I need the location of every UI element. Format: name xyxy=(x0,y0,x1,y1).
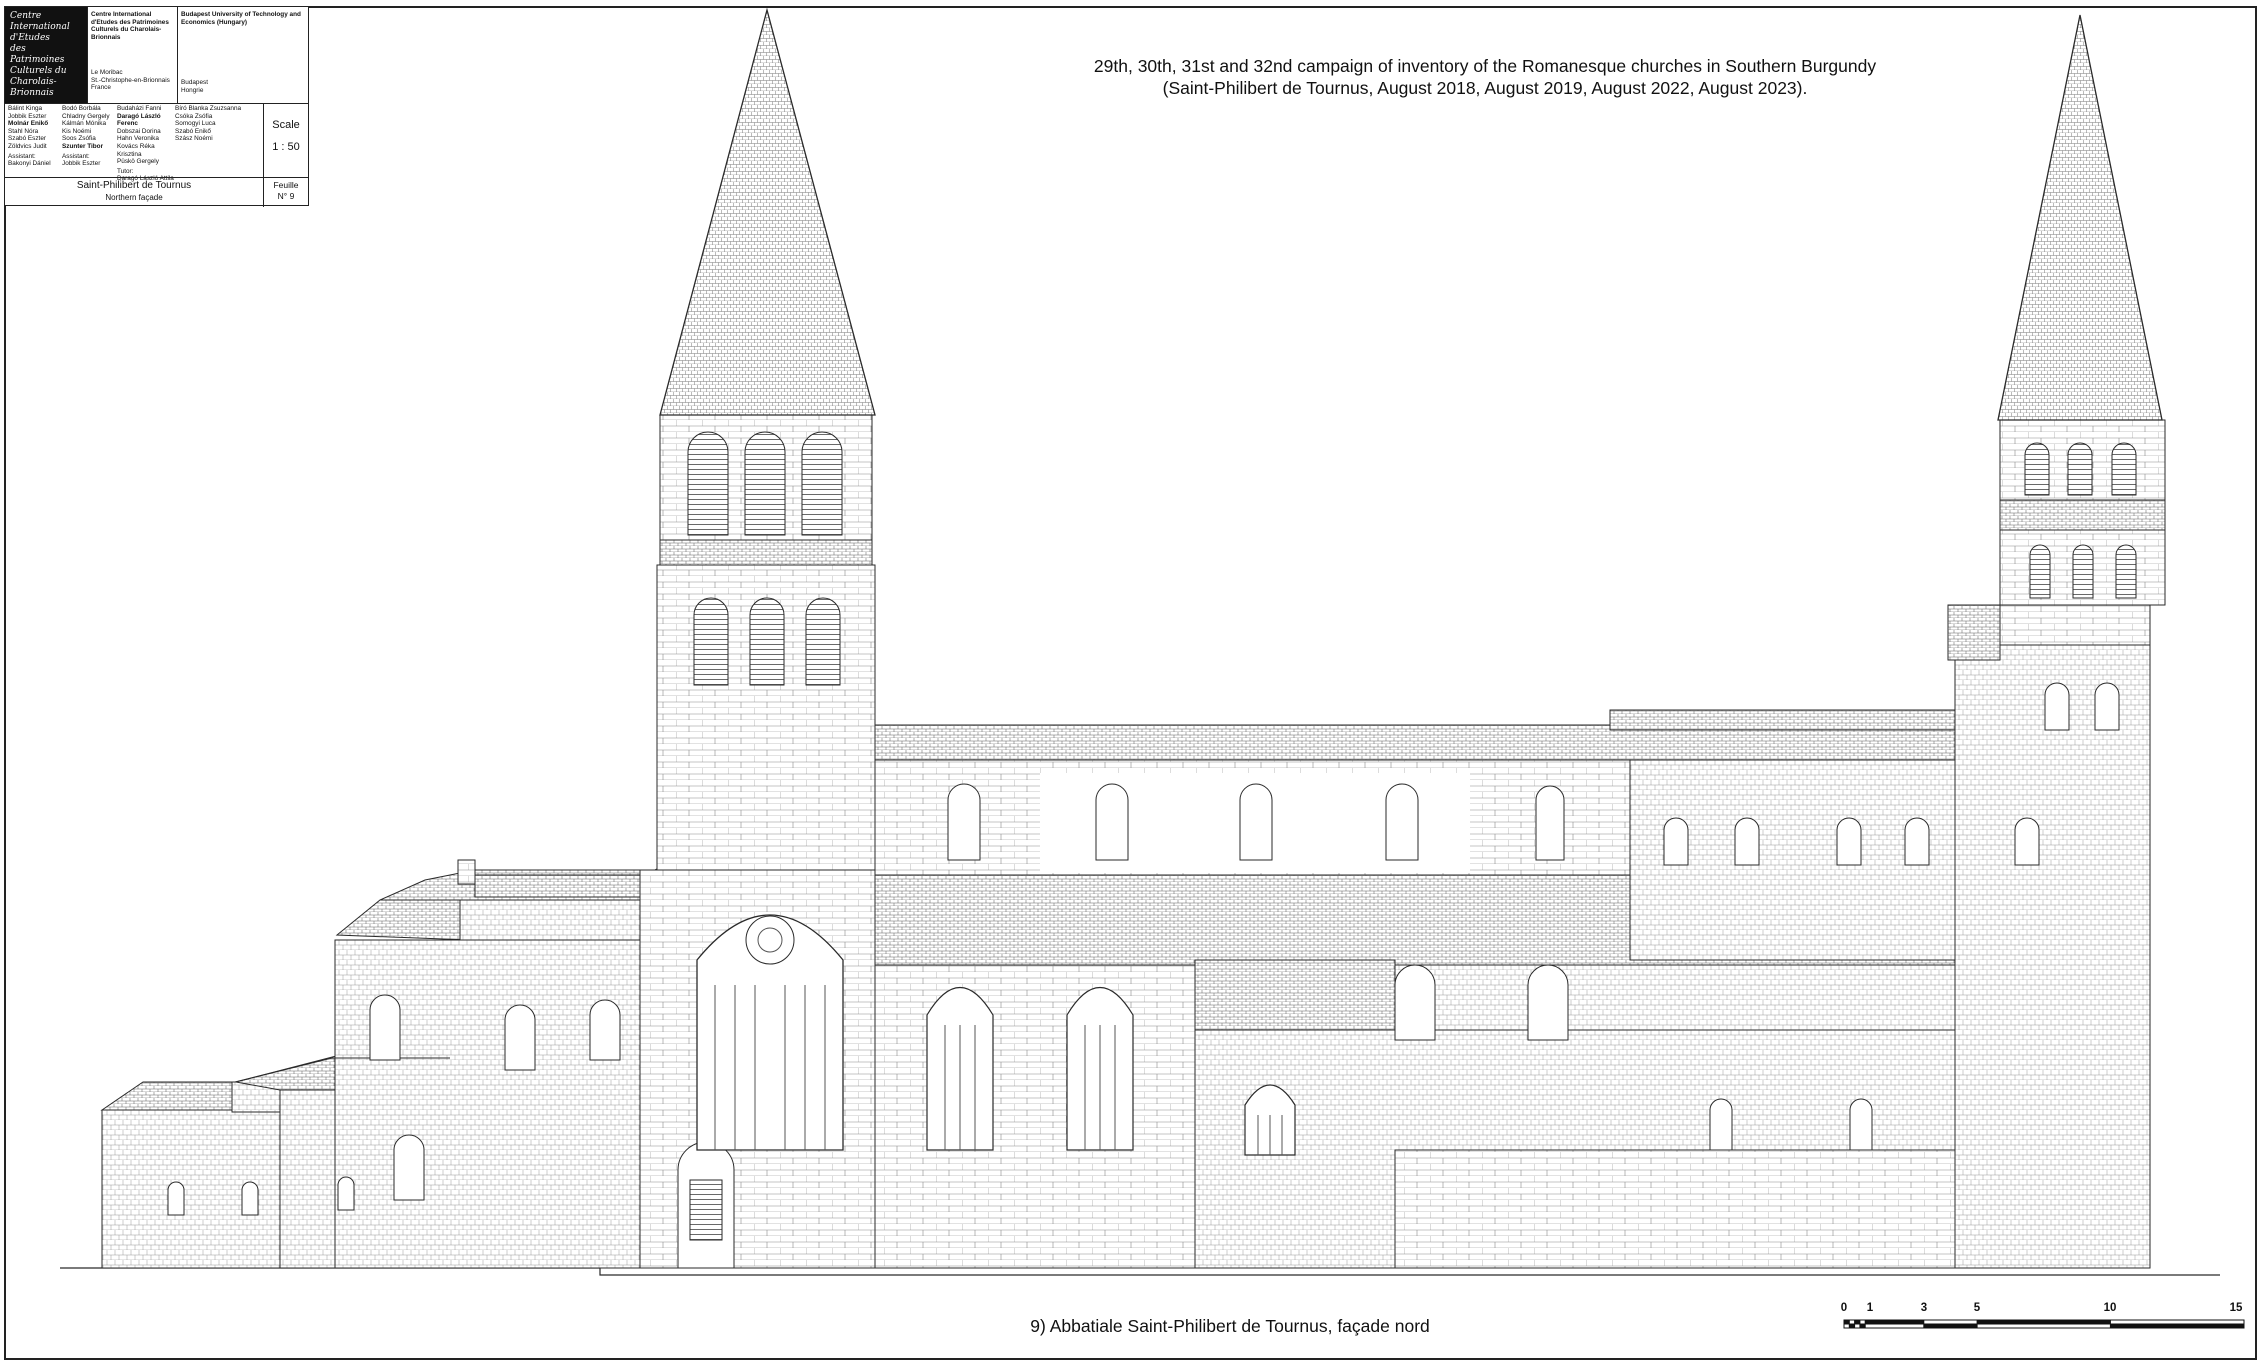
ground-line xyxy=(60,1267,2220,1276)
scale-label-1: 1 xyxy=(1866,1302,1874,1314)
nave-aisle-wall-gothic xyxy=(874,964,1196,1269)
graphic-scale-bar xyxy=(1843,1319,2245,1329)
drawing-caption: 9) Abbatiale Saint-Philibert de Tournus,… xyxy=(1030,1316,1430,1336)
scale-label-3: 3 xyxy=(1920,1302,1928,1314)
scale-label-10: 10 xyxy=(2103,1302,2117,1314)
scale-label-5: 5 xyxy=(1973,1302,1981,1314)
west-tower-spire xyxy=(1997,14,2163,421)
ambulatory-wall xyxy=(334,939,641,1269)
northern-facade-elevation xyxy=(60,7,2245,1329)
scale-label-15: 15 xyxy=(2229,1302,2243,1314)
scale-label-0: 0 xyxy=(1840,1302,1848,1314)
north-tower-spire xyxy=(659,7,876,416)
